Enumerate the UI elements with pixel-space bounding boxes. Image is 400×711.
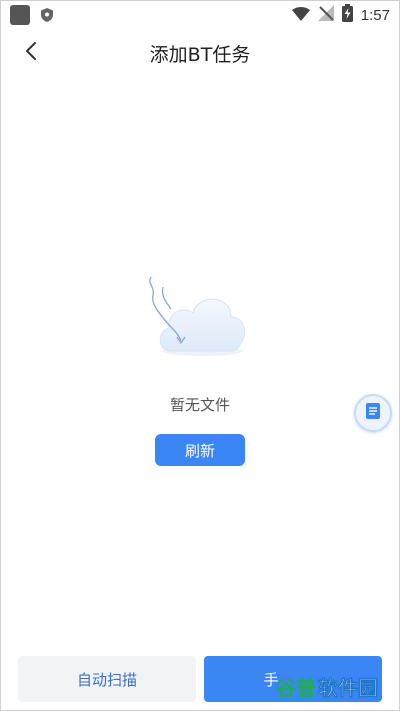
no-signal-icon (317, 5, 334, 25)
battery-charging-icon (341, 4, 353, 26)
floating-document-button[interactable] (354, 394, 392, 432)
watermark-part2: 软件园 (318, 675, 378, 700)
document-icon (365, 402, 381, 424)
auto-scan-button[interactable]: 自动扫描 (18, 656, 196, 702)
back-button[interactable] (18, 40, 44, 66)
empty-cloud-icon (143, 273, 253, 363)
site-watermark: 谷普 软件园 (276, 672, 378, 700)
empty-state-message: 暂无文件 (169, 396, 230, 414)
page-title: 添加BT任务 (149, 43, 251, 66)
chevron-left-icon (25, 41, 37, 65)
shield-icon (40, 7, 54, 23)
app-header: 添加BT任务 (0, 30, 400, 76)
status-bar: 1:57 (0, 0, 400, 30)
watermark-part1: 谷普 (276, 675, 316, 700)
status-time: 1:57 (360, 6, 390, 24)
status-right: 1:57 (291, 4, 390, 26)
app-notification-icon (10, 5, 30, 25)
wifi-icon (291, 6, 310, 25)
status-left (10, 5, 54, 25)
refresh-button[interactable]: 刷新 (155, 434, 245, 466)
